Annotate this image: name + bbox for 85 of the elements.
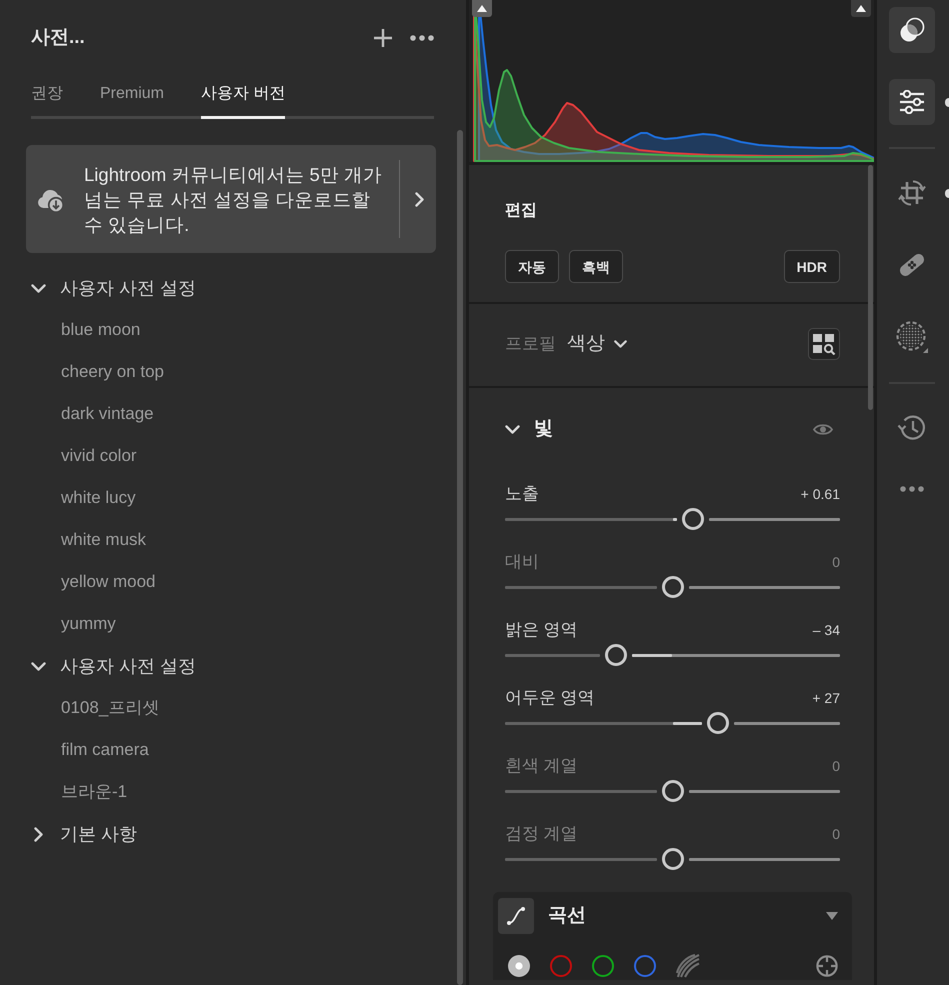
promo-banner[interactable]: Lightroom 커뮤니티에서는 5만 개가 넘는 무료 사전 설정을 다운로드할 수 있습니다. [26, 145, 436, 253]
ring-icon[interactable] [550, 955, 572, 977]
sliders-icon [899, 90, 925, 114]
preset-item[interactable]: white musk [61, 525, 146, 555]
slider-thumb[interactable] [662, 780, 684, 802]
ring-icon[interactable] [634, 955, 656, 977]
filled-circle-icon[interactable] [508, 955, 530, 977]
preset-item[interactable]: 0108_프리셋 [61, 693, 160, 723]
preset-item[interactable]: 브라운-1 [61, 777, 128, 807]
group-label[interactable]: 사용자 사전 설정 [60, 274, 196, 302]
curve-tool-button[interactable] [498, 898, 534, 934]
preset-item[interactable]: dark vintage [61, 399, 154, 429]
group-label[interactable]: 사용자 사전 설정 [60, 652, 196, 680]
chevron-right-icon[interactable] [34, 826, 43, 842]
crop-rotate-icon [897, 178, 927, 208]
slider-value: 0 [832, 553, 840, 572]
curve-icon [506, 906, 526, 926]
tab[interactable]: 권장 [31, 83, 63, 119]
preset-item[interactable]: vivid color [61, 441, 137, 471]
tab[interactable]: 사용자 버전 [201, 83, 286, 119]
presets-tool-button[interactable] [889, 7, 935, 53]
ring-icon[interactable] [592, 955, 614, 977]
slider-label: 흰색 계열 [505, 756, 578, 776]
preset-item[interactable]: yellow mood [61, 567, 156, 597]
profile-label: 프로필 [505, 333, 556, 356]
profile-browser-button[interactable] [808, 328, 840, 360]
slider-thumb[interactable] [662, 848, 684, 870]
clipping-toggle-button[interactable] [472, 0, 492, 17]
slider-value: – 34 [812, 621, 840, 640]
slider-label: 검정 계열 [505, 824, 578, 844]
striped-swirl-icon[interactable] [676, 954, 700, 978]
slider-track[interactable] [505, 644, 840, 666]
crosshair-icon[interactable] [816, 955, 838, 977]
slider-track[interactable] [505, 576, 840, 598]
more-icon[interactable] [410, 35, 434, 41]
dropdown-triangle-icon[interactable] [826, 912, 838, 920]
more-icon [900, 486, 924, 492]
preset-item[interactable]: film camera [61, 735, 149, 765]
slider-value: 0 [832, 825, 840, 844]
chevron-down-icon[interactable] [31, 284, 46, 292]
slider-track[interactable] [505, 508, 840, 530]
slider-thumb[interactable] [662, 576, 684, 598]
option-button[interactable]: 흑백 [569, 250, 623, 283]
section-title: 편집 [505, 201, 537, 221]
overlapping-circles-icon [899, 17, 925, 43]
panel-title: 사전... [31, 26, 85, 50]
group-label[interactable]: 기본 사항 [60, 820, 138, 848]
section-title: 빛 [534, 416, 553, 441]
scrollbar-thumb[interactable] [457, 130, 463, 985]
edit-tool-button[interactable] [889, 79, 935, 125]
slider-value: + 27 [812, 689, 840, 708]
section-title: 곡선 [548, 904, 586, 928]
dotted-circle-icon [896, 321, 928, 353]
slider-track[interactable] [505, 712, 840, 734]
slider-value: 0 [832, 757, 840, 776]
tab[interactable]: Premium [100, 83, 164, 119]
slider-label: 어두운 영역 [505, 688, 595, 708]
scrollbar-thumb[interactable] [868, 165, 873, 410]
preset-item[interactable]: cheery on top [61, 357, 164, 387]
slider-track[interactable] [505, 848, 840, 870]
preset-item[interactable]: blue moon [61, 315, 140, 345]
slider-thumb[interactable] [706, 712, 729, 734]
slider-thumb[interactable] [604, 644, 627, 666]
chevron-down-icon[interactable] [614, 340, 627, 348]
promo-text: Lightroom 커뮤니티에서는 5만 개가 넘는 무료 사전 설정을 다운로드할 수 있습니다. [84, 162, 383, 236]
triangle-icon [856, 5, 866, 12]
triangle-icon [477, 5, 487, 12]
slider-label: 노출 [505, 484, 539, 504]
preset-item[interactable]: yummy [61, 609, 116, 639]
chevron-down-icon[interactable] [31, 662, 46, 670]
slider-track[interactable] [505, 780, 840, 802]
slider-label: 밝은 영역 [505, 620, 578, 640]
chevron-right-icon[interactable] [415, 192, 424, 206]
grid-search-icon [812, 333, 836, 355]
plus-icon[interactable] [374, 29, 392, 47]
slider-thumb[interactable] [682, 508, 704, 530]
hdr-button[interactable]: HDR [784, 250, 840, 283]
eye-icon[interactable] [813, 422, 833, 436]
clipping-toggle-button[interactable] [851, 0, 871, 17]
option-button[interactable]: 자동 [505, 250, 559, 283]
slider-label: 대비 [505, 552, 539, 572]
profile-dropdown[interactable]: 색상 [567, 330, 605, 358]
slider-value: + 0.61 [800, 485, 840, 504]
preset-item[interactable]: white lucy [61, 483, 136, 513]
chevron-down-icon[interactable] [505, 424, 520, 434]
